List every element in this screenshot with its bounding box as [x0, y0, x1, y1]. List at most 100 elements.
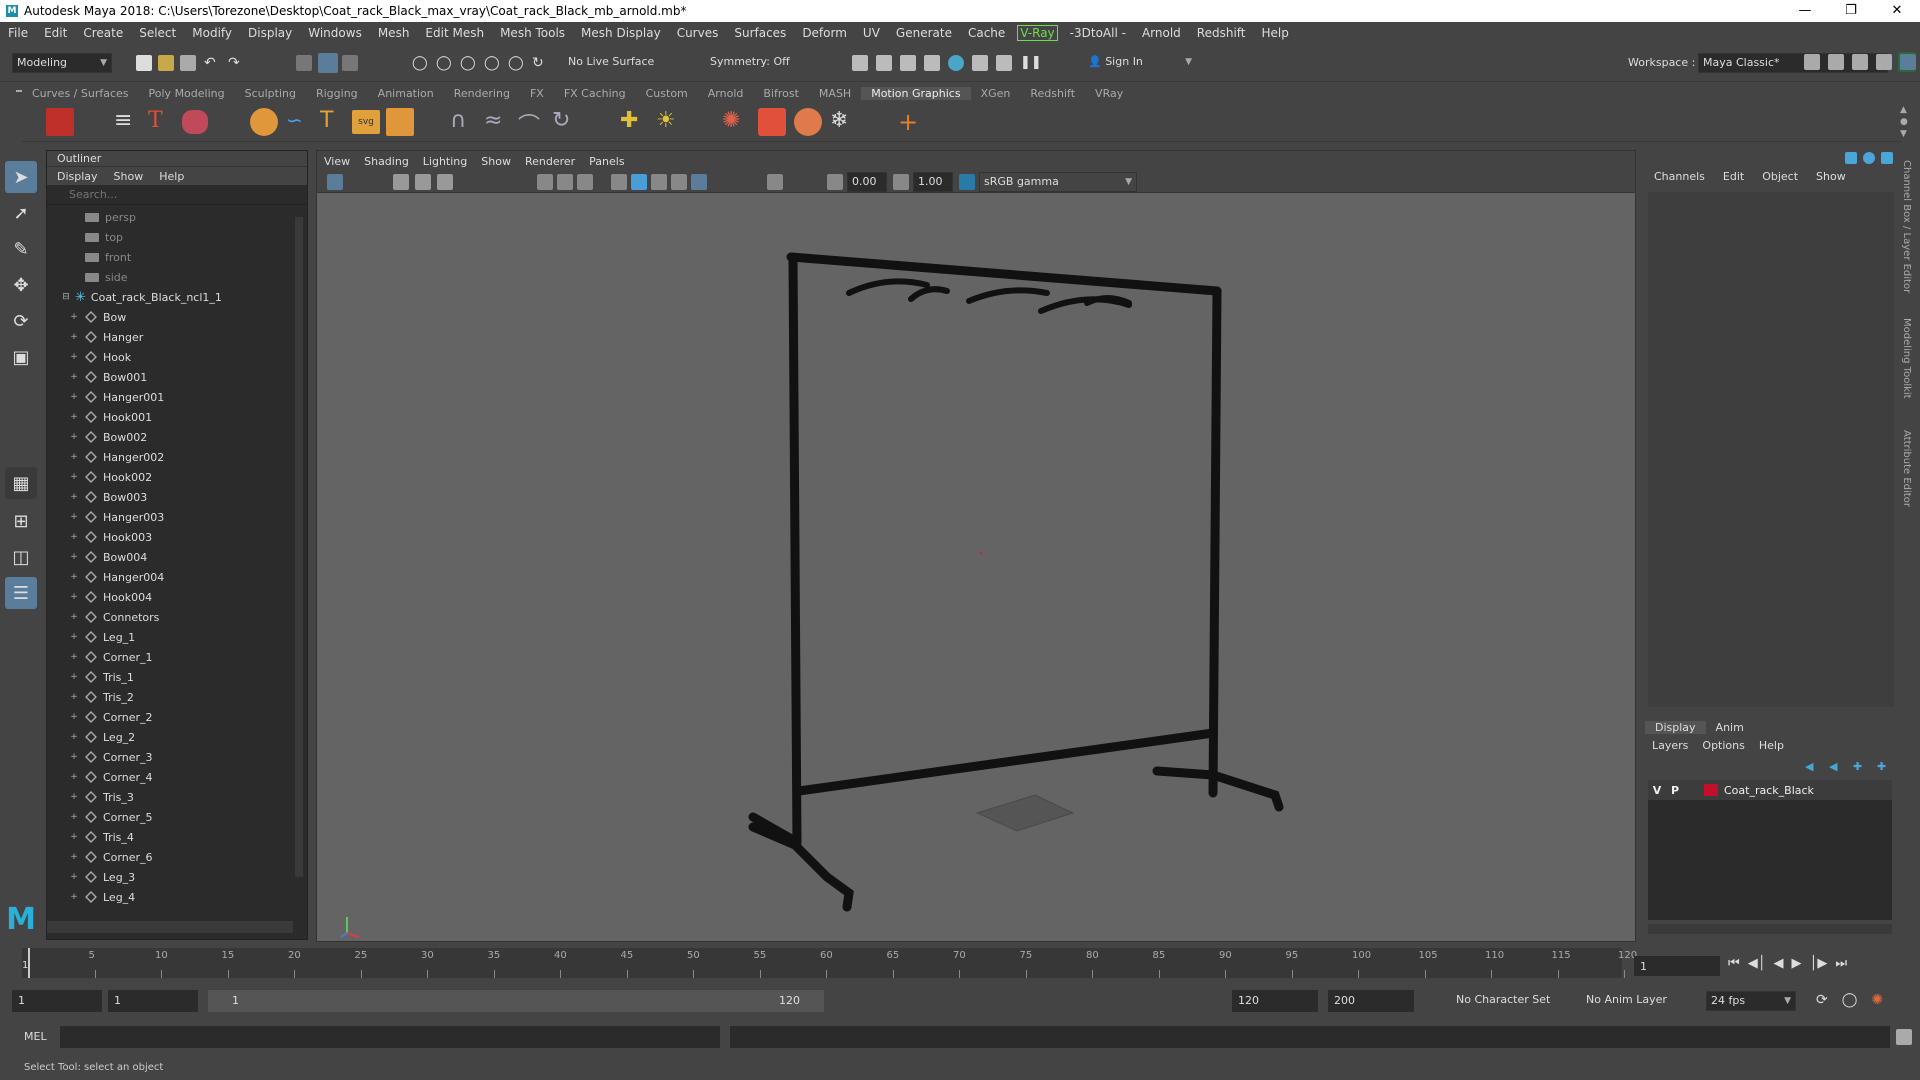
symmetry-dropdown[interactable]: Symmetry: Off	[706, 53, 806, 73]
shelf-tab-animation[interactable]: Animation	[368, 87, 444, 100]
arnold-render-icon[interactable]	[948, 55, 964, 71]
channels-menu[interactable]: Channels	[1645, 170, 1714, 183]
tab-display[interactable]: Display	[1645, 720, 1706, 734]
expand-icon[interactable]: +	[69, 452, 79, 462]
expand-icon[interactable]: +	[69, 772, 79, 782]
expand-icon[interactable]: +	[69, 752, 79, 762]
current-time-indicator[interactable]	[28, 948, 30, 978]
fps-dropdown[interactable]: 24 fps ▼	[1706, 991, 1796, 1011]
anim-layer-dropdown[interactable]: No Anim Layer	[1582, 991, 1692, 1011]
bend-icon[interactable]: ⌒	[518, 108, 546, 139]
current-frame-field[interactable]: 1	[1634, 956, 1720, 976]
outliner-layout-icon[interactable]: ☰	[5, 577, 37, 609]
shelf-tab-redshift[interactable]: Redshift	[1020, 87, 1085, 100]
svg-icon[interactable]: svg	[352, 110, 380, 134]
bookmark-icon[interactable]	[415, 174, 431, 190]
menu-cache[interactable]: Cache	[960, 26, 1013, 40]
outliner-item[interactable]: + Hanger003	[47, 507, 293, 527]
expand-icon[interactable]: +	[69, 792, 79, 802]
outliner-search-input[interactable]	[69, 188, 279, 201]
curve-icon[interactable]: ∽	[286, 108, 314, 136]
layer-hscrollbar[interactable]	[1648, 924, 1892, 934]
four-pane-icon[interactable]: ⊞	[5, 505, 37, 537]
script-editor-icon[interactable]	[1896, 1029, 1912, 1045]
snap-rotate-icon[interactable]: ↻	[532, 55, 548, 71]
shelf-tab-fx-caching[interactable]: FX Caching	[554, 87, 636, 100]
outliner-item[interactable]: + Tris_1	[47, 667, 293, 687]
expand-icon[interactable]: +	[69, 372, 79, 382]
expand-icon[interactable]: +	[69, 552, 79, 562]
outliner-item[interactable]: + Hanger	[47, 327, 293, 347]
expand-icon[interactable]: +	[69, 832, 79, 842]
outliner-camera-item[interactable]: front	[47, 247, 293, 267]
outliner-item[interactable]: + Hook003	[47, 527, 293, 547]
outliner-item[interactable]: + Hook	[47, 347, 293, 367]
expand-icon[interactable]: +	[69, 652, 79, 662]
channel-key-icon[interactable]	[1881, 152, 1893, 164]
render-settings-icon[interactable]	[852, 55, 868, 71]
step-forward-key-icon[interactable]: │▶	[1810, 956, 1828, 971]
snowflake-icon[interactable]: ❄	[830, 108, 858, 136]
menu-windows[interactable]: Windows	[300, 26, 370, 40]
menu-surfaces[interactable]: Surfaces	[726, 26, 794, 40]
outliner-camera-item[interactable]: defaultLightSet	[47, 907, 293, 913]
rotate-tool-icon[interactable]: ⟳	[5, 305, 37, 337]
outliner-item[interactable]: + Corner_6	[47, 847, 293, 867]
shelf-tab-poly-modeling[interactable]: Poly Modeling	[139, 87, 235, 100]
menu-v-ray[interactable]: V-Ray	[1017, 25, 1058, 41]
outliner-item[interactable]: + Corner_3	[47, 747, 293, 767]
new-layer-icon[interactable]: ✚	[1853, 760, 1867, 773]
outliner-item[interactable]: + Corner_2	[47, 707, 293, 727]
outliner-menu-show[interactable]: Show	[114, 170, 144, 183]
channel-sync-icon[interactable]	[1863, 152, 1875, 164]
side-tab-attribute-editor[interactable]: Attribute Editor	[1901, 430, 1912, 507]
expand-icon[interactable]: +	[69, 432, 79, 442]
loop-icon[interactable]: ⟳	[1816, 992, 1828, 1008]
sphere-icon[interactable]	[250, 108, 278, 136]
shelf-tab-bifrost[interactable]: Bifrost	[753, 87, 809, 100]
timeline-track[interactable]: 1 5 10 15 20 25 30 35 40 45 50 55 60 65 70 75 80 85 90 95 10…	[22, 948, 1637, 978]
restore-icon[interactable]: ❐	[1828, 0, 1874, 22]
outliner-camera-item[interactable]: side	[47, 267, 293, 287]
layer-color-swatch[interactable]	[1704, 784, 1718, 796]
menu-3dtoall[interactable]: -3DtoAll -	[1062, 26, 1134, 40]
menu-file[interactable]: File	[0, 26, 36, 40]
outliner-item[interactable]: + Hook002	[47, 467, 293, 487]
light-icon[interactable]: ☀	[656, 108, 684, 136]
shelf-tab-rendering[interactable]: Rendering	[444, 87, 520, 100]
film-gate-icon[interactable]	[557, 174, 573, 190]
outliner-item[interactable]: + Tris_3	[47, 787, 293, 807]
resolution-gate-icon[interactable]	[577, 174, 593, 190]
outliner-item[interactable]: + Corner_4	[47, 767, 293, 787]
undo-icon[interactable]: ↶	[204, 55, 220, 71]
image-plane-icon[interactable]	[437, 174, 453, 190]
snap-surface-icon[interactable]: ◯	[508, 55, 524, 71]
outliner-item[interactable]: + Bow	[47, 307, 293, 327]
show-menu[interactable]: Show	[1807, 170, 1855, 183]
outliner-camera-item[interactable]: persp	[47, 207, 293, 227]
menu-mesh[interactable]: Mesh	[370, 26, 418, 40]
attribute-editor-icon[interactable]	[1828, 54, 1844, 70]
menu-arnold[interactable]: Arnold	[1134, 26, 1189, 40]
viewport-menu-shading[interactable]: Shading	[357, 155, 416, 168]
channel-box-icon[interactable]	[1876, 54, 1892, 70]
snap-point-icon[interactable]: ◯	[460, 55, 476, 71]
move-layer-up-icon[interactable]: ◀	[1805, 760, 1819, 773]
pause-icon[interactable]: ❚❚	[1020, 55, 1042, 71]
sweep-icon[interactable]	[182, 110, 208, 134]
end-time-field[interactable]: 120	[1232, 990, 1318, 1012]
outliner-item[interactable]: + Leg_3	[47, 867, 293, 887]
menu-display[interactable]: Display	[240, 26, 300, 40]
vray-render-icon[interactable]	[996, 55, 1012, 71]
expand-icon[interactable]: +	[69, 312, 79, 322]
range-slider[interactable]: 1 120	[208, 990, 824, 1012]
outliner-scrollbar[interactable]	[295, 217, 303, 877]
outliner-item[interactable]: + Tris_4	[47, 827, 293, 847]
shelf-tab-arnold[interactable]: Arnold	[698, 87, 754, 100]
motion-graphics-cube-icon[interactable]	[46, 108, 74, 136]
viewport-menu-view[interactable]: View	[317, 155, 357, 168]
lasso-tool-icon[interactable]: ➚	[5, 197, 37, 229]
move-layer-down-icon[interactable]: ◀	[1829, 760, 1843, 773]
anim-end-field[interactable]: 200	[1328, 990, 1414, 1012]
snap-curve-icon[interactable]: ◯	[436, 55, 452, 71]
